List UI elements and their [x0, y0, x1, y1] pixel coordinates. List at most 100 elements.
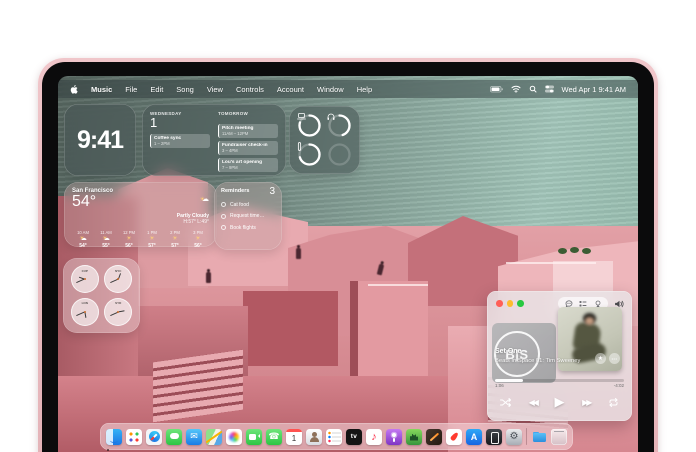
favorite-star-button[interactable]: ★	[595, 353, 606, 364]
dock-icon-trash[interactable]	[551, 429, 567, 445]
dock-icon-mail[interactable]: ✉	[186, 429, 202, 445]
close-button[interactable]	[496, 300, 503, 307]
weather-left: San Francisco 54°	[72, 188, 113, 225]
wifi-icon[interactable]	[511, 85, 521, 93]
dock-icon-messages[interactable]	[166, 429, 182, 445]
world-clock-widget[interactable]: CUP NYC LON	[63, 258, 140, 333]
menu-item-window[interactable]: Window	[317, 85, 344, 94]
menu-item-edit[interactable]: Edit	[150, 85, 163, 94]
dock-divider	[526, 428, 527, 445]
weather-right: ☀☁ Partly Cloudy H:57° L:49°	[177, 188, 209, 225]
menu-bar: Music File Edit Song View Controls Accou…	[58, 80, 638, 98]
dock-icon-photos[interactable]	[226, 429, 242, 445]
window-traffic-lights	[496, 300, 524, 307]
checkbox-circle-icon[interactable]	[221, 214, 226, 219]
dock-icon-podcasts[interactable]	[386, 429, 402, 445]
partly-cloudy-icon: ☀☁	[72, 235, 94, 243]
wallpaper-bush	[582, 248, 591, 254]
dock-icon-green-app[interactable]	[406, 429, 422, 445]
dock-icon-rocket-app[interactable]	[446, 429, 462, 445]
running-app-indicator	[107, 449, 109, 451]
calendar-event[interactable]: Fundraiser check-in 3 – 4PM	[218, 141, 278, 155]
person-figure	[206, 272, 211, 283]
dock-icon-contacts[interactable]	[306, 429, 322, 445]
reminder-item[interactable]: Request time…	[221, 213, 275, 219]
dock-icon-downloads-folder[interactable]	[531, 429, 547, 445]
analog-clock: LON	[71, 298, 99, 326]
more-options-button[interactable]: •••	[609, 353, 620, 364]
hour-temp: 56°	[118, 243, 140, 249]
sun-icon: ☀	[187, 235, 209, 243]
hour-temp: 56°	[187, 243, 209, 249]
analog-clock: NYC	[104, 265, 132, 293]
weather-widget[interactable]: San Francisco 54° ☀☁ Partly Cloudy H:57°…	[64, 182, 217, 247]
menu-item-account[interactable]: Account	[277, 85, 304, 94]
dock-icon-settings[interactable]: ⚙	[506, 429, 522, 445]
music-miniplayer-window[interactable]: B|S Set One Beats In Space 01: Tim Sween…	[487, 291, 632, 421]
weather-hourly-row: 10 AM ☀☁ 54° 11 AM ☀☁ 55° 12 PM ☀ 56	[72, 230, 209, 249]
search-icon[interactable]	[529, 85, 537, 93]
dock: ✉ ☎ 1 tv ♪ A ⚙	[100, 423, 573, 450]
minimize-button[interactable]	[507, 300, 514, 307]
next-track-button[interactable]	[582, 398, 590, 407]
dock-icon-maps[interactable]	[206, 429, 222, 445]
clock-pin	[84, 278, 86, 280]
weather-hour: 11 AM ☀☁ 55°	[95, 230, 117, 249]
ipad-device-frame: Music File Edit Song View Controls Accou…	[38, 58, 658, 452]
calendar-event[interactable]: Pitch meeting 11AM – 12PM	[218, 124, 278, 138]
calendar-widget[interactable]: WEDNESDAY 1 Coffee sync 1 – 2PM TOMORROW…	[142, 104, 286, 176]
control-center-icon[interactable]	[545, 85, 554, 93]
person-figure	[296, 248, 301, 259]
artwork-person	[585, 317, 594, 325]
calendar-event[interactable]: Coffee sync 1 – 2PM	[150, 134, 210, 148]
checkbox-circle-icon[interactable]	[221, 202, 226, 207]
menu-item-song[interactable]: Song	[176, 85, 194, 94]
dock-icon-launchpad[interactable]	[126, 429, 142, 445]
progress-bar[interactable]	[495, 379, 624, 382]
menu-item-controls[interactable]: Controls	[236, 85, 264, 94]
clock-pin	[117, 311, 119, 313]
batteries-widget[interactable]	[289, 106, 360, 174]
apple-logo-icon[interactable]	[70, 85, 78, 94]
calendar-event[interactable]: Lou's art opening 7 – 9PM	[218, 158, 278, 172]
play-button[interactable]	[555, 394, 565, 410]
previous-track-button[interactable]	[529, 398, 537, 407]
dock-icon-iphone-mirroring[interactable]	[486, 429, 502, 445]
wallpaper-railing	[368, 284, 428, 286]
dock-icon-drawing-app[interactable]	[426, 429, 442, 445]
dock-icon-finder[interactable]	[106, 429, 122, 445]
menu-item-music[interactable]: Music	[91, 85, 112, 94]
dock-icon-music[interactable]: ♪	[366, 429, 382, 445]
battery-icon[interactable]	[490, 86, 503, 93]
shuffle-button[interactable]	[500, 398, 511, 407]
reminders-count-badge: 3	[269, 188, 275, 196]
menu-item-help[interactable]: Help	[357, 85, 372, 94]
reminder-item[interactable]: Cat food	[221, 202, 275, 208]
weather-high-low: H:57° L:49°	[177, 219, 209, 225]
checkbox-circle-icon[interactable]	[221, 225, 226, 230]
dock-icon-app-store[interactable]: A	[466, 429, 482, 445]
laptop-icon	[297, 113, 322, 138]
battery-ring-empty	[327, 142, 352, 167]
dock-icon-safari[interactable]	[146, 429, 162, 445]
clock-city-label: CUP	[71, 269, 99, 273]
dock-icon-facetime[interactable]	[246, 429, 262, 445]
dock-icon-apple-tv[interactable]: tv	[346, 429, 362, 445]
event-time: 11AM – 12PM	[222, 131, 275, 136]
sun-icon: ☀	[118, 235, 140, 243]
dock-icon-phone[interactable]: ☎	[266, 429, 282, 445]
progress-fill	[495, 379, 523, 382]
reminders-widget[interactable]: Reminders 3 Cat food Request time… Book …	[214, 182, 282, 250]
menu-item-view[interactable]: View	[207, 85, 223, 94]
dock-icon-calendar[interactable]: 1	[286, 429, 302, 445]
event-time: 3 – 4PM	[222, 148, 275, 153]
menu-item-file[interactable]: File	[125, 85, 137, 94]
zoom-button[interactable]	[517, 300, 524, 307]
repeat-button[interactable]	[608, 398, 619, 407]
clock-widget[interactable]: 9:41	[64, 104, 136, 176]
clock-city-label: SYD	[104, 301, 132, 305]
weather-hour: 10 AM ☀☁ 54°	[72, 230, 94, 249]
dock-icon-reminders[interactable]	[326, 429, 342, 445]
reminder-item[interactable]: Book flights	[221, 225, 275, 231]
menu-datetime[interactable]: Wed Apr 1 9:41 AM	[562, 85, 626, 94]
